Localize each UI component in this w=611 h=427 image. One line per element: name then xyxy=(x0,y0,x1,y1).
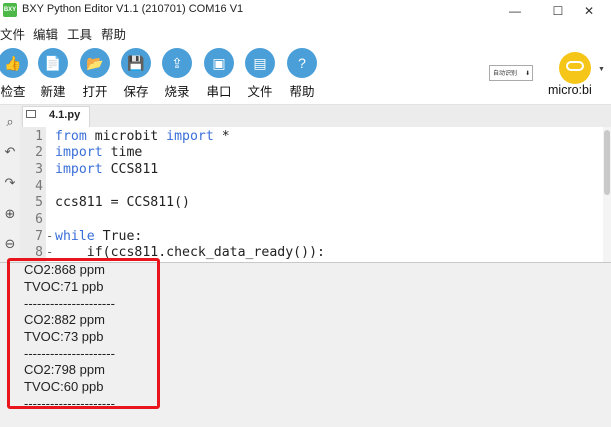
code-line: import CCS811 xyxy=(55,162,159,177)
mode-select-value: 自动识别 xyxy=(493,71,518,77)
line-number: 7 xyxy=(35,229,43,244)
minimize-button[interactable]: — xyxy=(493,0,537,22)
highlight-annotation xyxy=(7,258,160,409)
open-button-label: 打开 xyxy=(82,85,108,99)
window-title: BXY Python Editor V1.1 (210701) COM16 V1 xyxy=(22,3,244,15)
help-button-label: 帮助 xyxy=(289,85,315,99)
line-number: 5 xyxy=(35,195,43,210)
file-tab-icon xyxy=(26,110,36,118)
menu-tools[interactable]: 工具 xyxy=(67,24,92,43)
menu-edit[interactable]: 编辑 xyxy=(33,24,58,43)
new-button[interactable]: 📄 新建 xyxy=(33,48,73,100)
app-logo-icon: BXY xyxy=(3,3,17,17)
code-line: while True: xyxy=(55,229,143,244)
line-number: 3 xyxy=(35,162,43,177)
save-icon: 💾 xyxy=(121,48,151,78)
undo-icon[interactable]: ↶ xyxy=(2,144,18,160)
upload-icon: ⇪ xyxy=(162,48,192,78)
open-button[interactable]: 📂 打开 xyxy=(75,48,115,100)
menu-help[interactable]: 帮助 xyxy=(101,24,126,43)
line-number: 2 xyxy=(35,145,43,160)
menu-file[interactable]: 文件 xyxy=(0,24,25,43)
files-icon: ▤ xyxy=(245,48,275,78)
tab-bar xyxy=(20,105,611,127)
thumbs-up-icon: 👍 xyxy=(0,48,28,78)
files-button-label: 文件 xyxy=(247,85,273,99)
line-number: 6 xyxy=(35,212,43,227)
code-line: import time xyxy=(55,145,143,160)
new-file-icon: 📄 xyxy=(38,48,68,78)
flash-button[interactable]: ⇪ 烧录 xyxy=(157,48,197,100)
serial-button-label: 串口 xyxy=(206,85,232,99)
device-label: micro:bi xyxy=(548,83,592,97)
files-button[interactable]: ▤ 文件 xyxy=(240,48,280,100)
device-dropdown-icon[interactable]: ▼ xyxy=(598,66,605,73)
help-button[interactable]: ? 帮助 xyxy=(282,48,322,100)
tab-label: 4.1.py xyxy=(49,109,81,121)
check-button[interactable]: 👍 检查 xyxy=(0,48,33,100)
save-button[interactable]: 💾 保存 xyxy=(116,48,156,100)
check-button-label: 检查 xyxy=(0,85,26,99)
help-icon: ? xyxy=(287,48,317,78)
flash-button-label: 烧录 xyxy=(164,85,190,99)
code-line: ccs811 = CCS811() xyxy=(55,195,190,210)
serial-port-icon: ▣ xyxy=(204,48,234,78)
serial-button[interactable]: ▣ 串口 xyxy=(199,48,239,100)
folder-icon: 📂 xyxy=(80,48,110,78)
mode-select[interactable]: 自动识别 ⬇ xyxy=(489,65,533,81)
zoom-in-icon[interactable]: ⊕ xyxy=(2,206,18,222)
zoom-out-icon[interactable]: ⊖ xyxy=(2,236,18,252)
fold-marker[interactable]: - xyxy=(46,229,53,243)
line-number: 1 xyxy=(35,129,43,144)
microbit-face-icon xyxy=(566,61,584,71)
search-icon[interactable]: ⌕ xyxy=(2,114,18,130)
chevron-down-icon: ⬇ xyxy=(524,71,530,77)
new-button-label: 新建 xyxy=(40,85,66,99)
redo-icon[interactable]: ↷ xyxy=(2,175,18,191)
code-line: from microbit import * xyxy=(55,129,230,144)
save-button-label: 保存 xyxy=(123,85,149,99)
fold-marker[interactable]: - xyxy=(46,245,53,259)
line-number: 4 xyxy=(35,179,43,194)
close-button[interactable]: ✕ xyxy=(567,0,611,22)
editor-scrollbar-thumb[interactable] xyxy=(604,130,610,195)
